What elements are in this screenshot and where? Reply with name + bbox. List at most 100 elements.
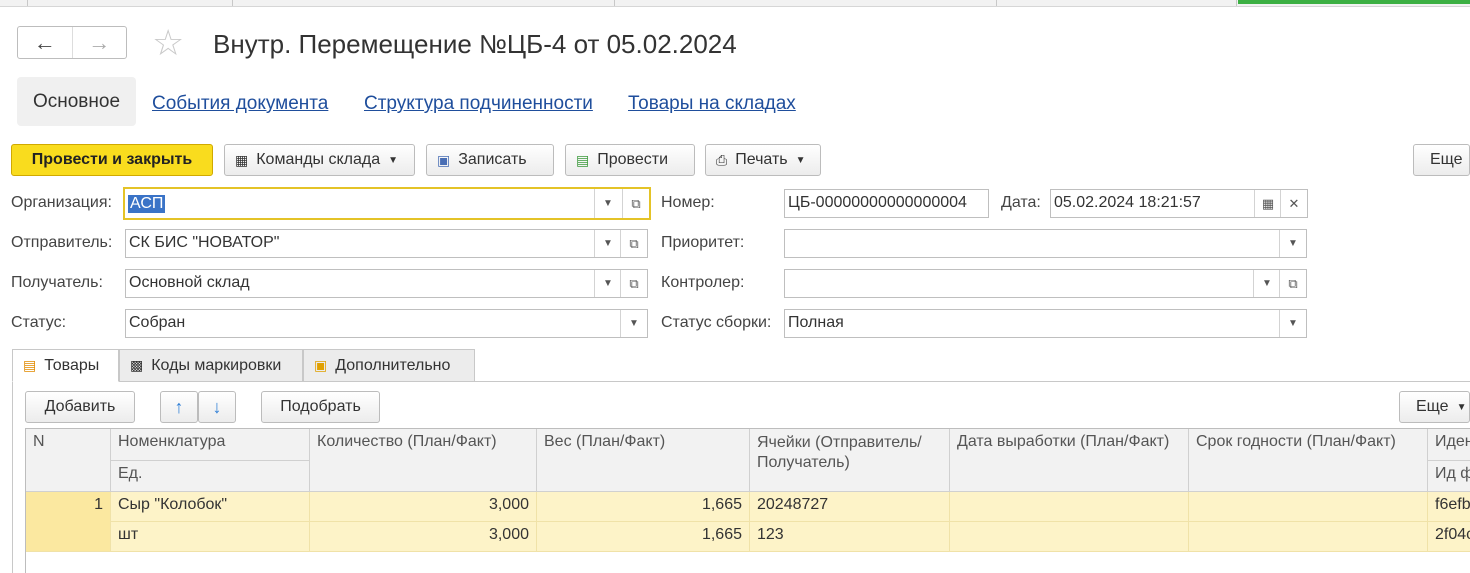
strip-separator	[996, 0, 997, 6]
tab-marking-codes[interactable]: ▩ Коды маркировки	[119, 349, 303, 382]
organization-value: АСП	[128, 195, 166, 213]
tab-subordination-structure[interactable]: Структура подчиненности	[364, 93, 593, 115]
tab-goods-label: Товары	[44, 356, 100, 374]
controller-label: Контролер:	[661, 274, 745, 291]
chevron-down-icon: ▼	[795, 154, 806, 166]
column-header-identifier-sub[interactable]: Ид ф	[1428, 461, 1470, 492]
forward-button[interactable]: →	[71, 27, 127, 58]
goods-table: N Номенклатура Ед. Количество (План/Факт…	[25, 428, 1470, 573]
back-button[interactable]: ←	[18, 27, 72, 58]
add-button[interactable]: Добавить	[25, 391, 135, 423]
status-label: Статус:	[11, 314, 67, 331]
calendar-icon[interactable]: ▦	[1254, 190, 1281, 217]
table-cell-unit[interactable]: шт	[111, 522, 310, 552]
chevron-down-icon[interactable]: ▼	[1279, 230, 1306, 257]
print-label: Печать	[735, 151, 788, 168]
table-cell-qty-plan[interactable]: 3,000	[310, 492, 537, 522]
chevron-down-icon[interactable]: ▼	[620, 310, 647, 337]
open-icon[interactable]: ⧉	[1279, 270, 1306, 297]
sender-field[interactable]: СК БИС "НОВАТОР" ▼ ⧉	[125, 229, 648, 258]
table-cell-identifier-sub[interactable]: 2f04c	[1428, 522, 1470, 552]
tab-stock-in-warehouses[interactable]: Товары на складах	[628, 93, 796, 115]
column-header-nomenclature[interactable]: Номенклатура	[111, 429, 310, 461]
move-down-button[interactable]: ↓	[198, 391, 236, 423]
number-field[interactable]: ЦБ-00000000000000004	[784, 189, 989, 218]
more-button[interactable]: Еще	[1413, 144, 1470, 176]
warehouse-commands-label: Команды склада	[256, 151, 381, 168]
column-header-cells-line2: Получатель)	[757, 454, 850, 471]
open-icon[interactable]: ⧉	[622, 189, 649, 218]
tab-marking-label: Коды маркировки	[151, 356, 282, 374]
organization-field[interactable]: АСП ▼ ⧉	[123, 187, 651, 220]
date-value: 05.02.2024 18:21:57	[1054, 194, 1201, 211]
tab-goods[interactable]: ▤ Товары	[12, 349, 119, 382]
post-label: Провести	[597, 151, 669, 168]
more-label: Еще	[1430, 151, 1463, 168]
sender-label: Отправитель:	[11, 234, 113, 251]
controller-field[interactable]: ▼ ⧉	[784, 269, 1307, 298]
table-cell-weight-plan[interactable]: 1,665	[537, 492, 750, 522]
column-header-unit[interactable]: Ед.	[111, 461, 310, 492]
open-icon[interactable]: ⧉	[620, 270, 647, 297]
move-up-button[interactable]: ↑	[160, 391, 198, 423]
table-cell-production-date-fact[interactable]	[950, 522, 1189, 552]
table-more-button[interactable]: Еще ▼	[1399, 391, 1470, 423]
tab-additional[interactable]: ▣ Дополнительно	[303, 349, 475, 382]
table-cell-qty-fact[interactable]: 3,000	[310, 522, 537, 552]
print-button[interactable]: ⎙ Печать ▼	[705, 144, 821, 176]
clear-icon[interactable]: ✕	[1280, 190, 1307, 217]
chevron-down-icon: ▼	[388, 154, 399, 166]
chevron-down-icon[interactable]: ▼	[594, 270, 621, 297]
receiver-field[interactable]: Основной склад ▼ ⧉	[125, 269, 648, 298]
table-cell-weight-fact[interactable]: 1,665	[537, 522, 750, 552]
strip-separator	[232, 0, 233, 6]
tab-additional-label: Дополнительно	[335, 356, 451, 374]
chevron-down-icon[interactable]: ▼	[594, 230, 621, 257]
table-row-number[interactable]: 1	[26, 492, 111, 552]
additional-info-icon: ▣	[314, 357, 328, 373]
table-cell-production-date-plan[interactable]	[950, 492, 1189, 522]
table-cell-identifier[interactable]: f6efb	[1428, 492, 1470, 522]
qr-code-icon: ▩	[130, 357, 144, 373]
table-cell-cell-receiver[interactable]: 123	[750, 522, 950, 552]
post-and-close-button[interactable]: Провести и закрыть	[11, 144, 213, 176]
status-field[interactable]: Собран ▼	[125, 309, 648, 338]
priority-field[interactable]: ▼	[784, 229, 1307, 258]
table-cell-expiry-fact[interactable]	[1189, 522, 1428, 552]
save-button[interactable]: ▣ Записать	[426, 144, 554, 176]
warehouse-commands-button[interactable]: ▦ Команды склада ▼	[224, 144, 415, 176]
tab-document-events[interactable]: События документа	[152, 93, 328, 115]
arrow-left-icon: ←	[33, 29, 56, 55]
column-header-quantity[interactable]: Количество (План/Факт)	[310, 429, 537, 492]
table-cell-nomenclature[interactable]: Сыр "Колобок"	[111, 492, 310, 522]
column-header-weight[interactable]: Вес (План/Факт)	[537, 429, 750, 492]
open-icon[interactable]: ⧉	[620, 230, 647, 257]
priority-label: Приоритет:	[661, 234, 745, 251]
assembly-status-field[interactable]: Полная ▼	[784, 309, 1307, 338]
column-header-n[interactable]: N	[26, 429, 111, 492]
pick-button[interactable]: Подобрать	[261, 391, 380, 423]
date-label: Дата:	[1001, 194, 1041, 211]
column-header-production-date[interactable]: Дата выработки (План/Факт)	[950, 429, 1189, 492]
star-icon[interactable]: ☆	[152, 25, 184, 61]
chevron-down-icon[interactable]: ▼	[1253, 270, 1280, 297]
strip-separator	[614, 0, 615, 6]
column-header-cells[interactable]: Ячейки (Отправитель/ Получатель)	[750, 429, 950, 492]
tab-main[interactable]: Основное	[17, 77, 136, 126]
receiver-label: Получатель:	[11, 274, 103, 291]
history-navigation: ← →	[17, 26, 127, 59]
cart-icon: ▤	[23, 357, 37, 373]
post-button[interactable]: ▤ Провести	[565, 144, 695, 176]
post-document-icon: ▤	[576, 151, 590, 168]
chevron-down-icon[interactable]: ▼	[1279, 310, 1306, 337]
arrow-down-icon: ↓	[212, 396, 222, 417]
date-field[interactable]: 05.02.2024 18:21:57 ▦ ✕	[1050, 189, 1308, 218]
strip-separator	[1236, 0, 1237, 6]
table-cell-cell-sender[interactable]: 20248727	[750, 492, 950, 522]
column-header-identifier[interactable]: Иден	[1428, 429, 1470, 461]
column-header-expiry[interactable]: Срок годности (План/Факт)	[1189, 429, 1428, 492]
arrow-right-icon: →	[88, 29, 111, 55]
arrow-up-icon: ↑	[174, 396, 184, 417]
chevron-down-icon[interactable]: ▼	[594, 189, 621, 218]
table-cell-expiry-plan[interactable]	[1189, 492, 1428, 522]
